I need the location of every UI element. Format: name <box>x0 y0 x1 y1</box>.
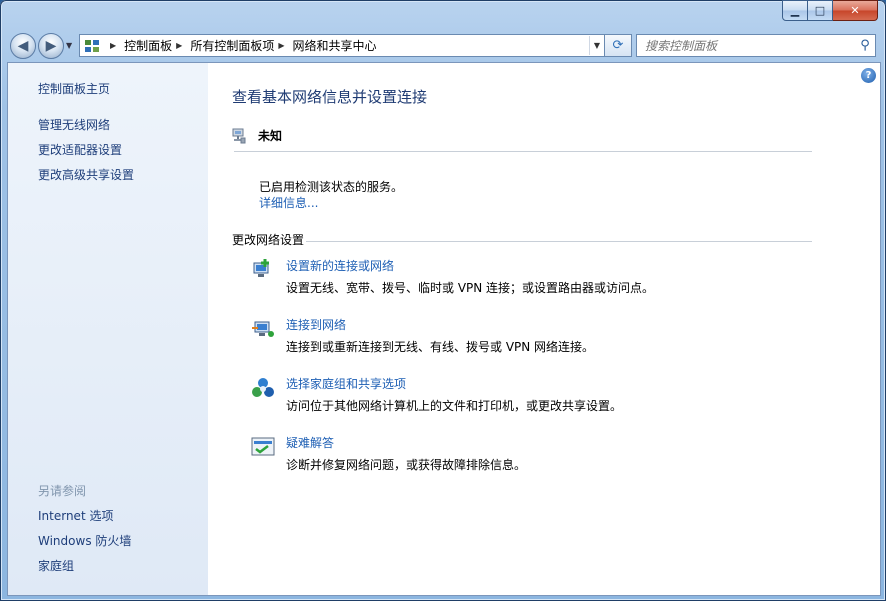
sidebar-item-internet-options[interactable]: Internet 选项 <box>38 507 113 524</box>
page-title: 查看基本网络信息并设置连接 <box>232 88 428 106</box>
sidebar-item-manage-wireless[interactable]: 管理无线网络 <box>38 116 110 133</box>
title-bar: ▁ □ ✕ <box>0 0 886 30</box>
breadcrumb-separator[interactable]: ▶ <box>176 41 182 50</box>
back-arrow-icon: ◀ <box>17 38 29 54</box>
main-panel: ? 查看基本网络信息并设置连接 未知 已启用检测该状态的服务。 详细信息... … <box>208 63 880 595</box>
task-link-troubleshoot[interactable]: 疑难解答 <box>286 434 334 451</box>
breadcrumb-control-panel[interactable]: 控制面板 <box>124 37 172 54</box>
task-link-homegroup[interactable]: 选择家庭组和共享选项 <box>286 375 406 392</box>
sidebar-item-home[interactable]: 控制面板主页 <box>38 80 110 97</box>
see-also-header: 另请参阅 <box>38 484 87 498</box>
details-link[interactable]: 详细信息... <box>259 194 318 211</box>
maximize-button[interactable]: □ <box>808 0 833 21</box>
sidebar-item-adapter-settings[interactable]: 更改适配器设置 <box>38 141 122 158</box>
help-icon[interactable]: ? <box>861 68 876 83</box>
sidebar-item-homegroup[interactable]: 家庭组 <box>38 557 74 574</box>
sidebar-item-advanced-sharing[interactable]: 更改高级共享设置 <box>38 166 134 183</box>
search-box[interactable]: ⚲ <box>636 34 876 57</box>
control-panel-icon <box>85 39 99 52</box>
sidebar-item-firewall[interactable]: Windows 防火墙 <box>38 532 131 549</box>
refresh-button[interactable]: ⟳ <box>604 34 632 57</box>
breadcrumb-all-items[interactable]: 所有控制面板项 <box>190 37 274 54</box>
search-input[interactable] <box>637 37 855 54</box>
window: ▁ □ ✕ ◀ ▶ ▼ ▶ 控制面板 ▶ 所有控制面板项 ▶ 网络和共享中心 ▼… <box>0 0 886 601</box>
minimize-button[interactable]: ▁ <box>782 0 808 21</box>
task-link-connect-network[interactable]: 连接到网络 <box>286 316 346 333</box>
breadcrumb-separator[interactable]: ▶ <box>110 41 116 50</box>
network-row: 未知 <box>232 127 282 144</box>
section-title: 更改网络设置 <box>232 233 305 247</box>
breadcrumb-separator[interactable]: ▶ <box>278 41 284 50</box>
divider <box>234 151 812 152</box>
task-desc-homegroup: 访问位于其他网络计算机上的文件和打印机，或更改共享设置。 <box>286 399 623 413</box>
homegroup-icon <box>252 378 274 397</box>
forward-button[interactable]: ▶ <box>38 33 64 59</box>
content-area: 控制面板主页 管理无线网络 更改适配器设置 更改高级共享设置 另请参阅 Inte… <box>7 62 881 596</box>
forward-arrow-icon: ▶ <box>45 38 57 54</box>
address-bar[interactable]: ▶ 控制面板 ▶ 所有控制面板项 ▶ 网络和共享中心 ▼ <box>79 34 605 57</box>
divider <box>306 241 812 242</box>
task-desc-new-connection: 设置无线、宽带、拨号、临时或 VPN 连接；或设置路由器或访问点。 <box>286 281 655 295</box>
new-connection-icon <box>253 259 269 277</box>
task-desc-connect-network: 连接到或重新连接到无线、有线、拨号或 VPN 网络连接。 <box>286 340 595 354</box>
network-name: 未知 <box>258 129 283 143</box>
caption-buttons: ▁ □ ✕ <box>782 0 878 21</box>
navigation-bar: ◀ ▶ ▼ ▶ 控制面板 ▶ 所有控制面板项 ▶ 网络和共享中心 ▼ ⟳ ⚲ <box>0 30 886 62</box>
computer-network-icon <box>232 128 246 143</box>
sidebar: 控制面板主页 管理无线网络 更改适配器设置 更改高级共享设置 另请参阅 Inte… <box>8 63 208 595</box>
search-icon[interactable]: ⚲ <box>855 38 875 53</box>
connect-network-icon <box>252 321 274 337</box>
task-link-new-connection[interactable]: 设置新的连接或网络 <box>286 257 394 274</box>
breadcrumb-network-center[interactable]: 网络和共享中心 <box>293 37 377 54</box>
status-text: 已启用检测该状态的服务。 <box>259 180 404 194</box>
close-button[interactable]: ✕ <box>833 0 878 21</box>
back-button[interactable]: ◀ <box>10 33 36 59</box>
troubleshoot-icon <box>251 437 275 456</box>
task-desc-troubleshoot: 诊断并修复网络问题，或获得故障排除信息。 <box>286 458 527 472</box>
address-dropdown-icon[interactable]: ▼ <box>589 36 604 55</box>
refresh-icon: ⟳ <box>612 38 624 53</box>
recent-pages-dropdown[interactable]: ▼ <box>66 41 72 50</box>
